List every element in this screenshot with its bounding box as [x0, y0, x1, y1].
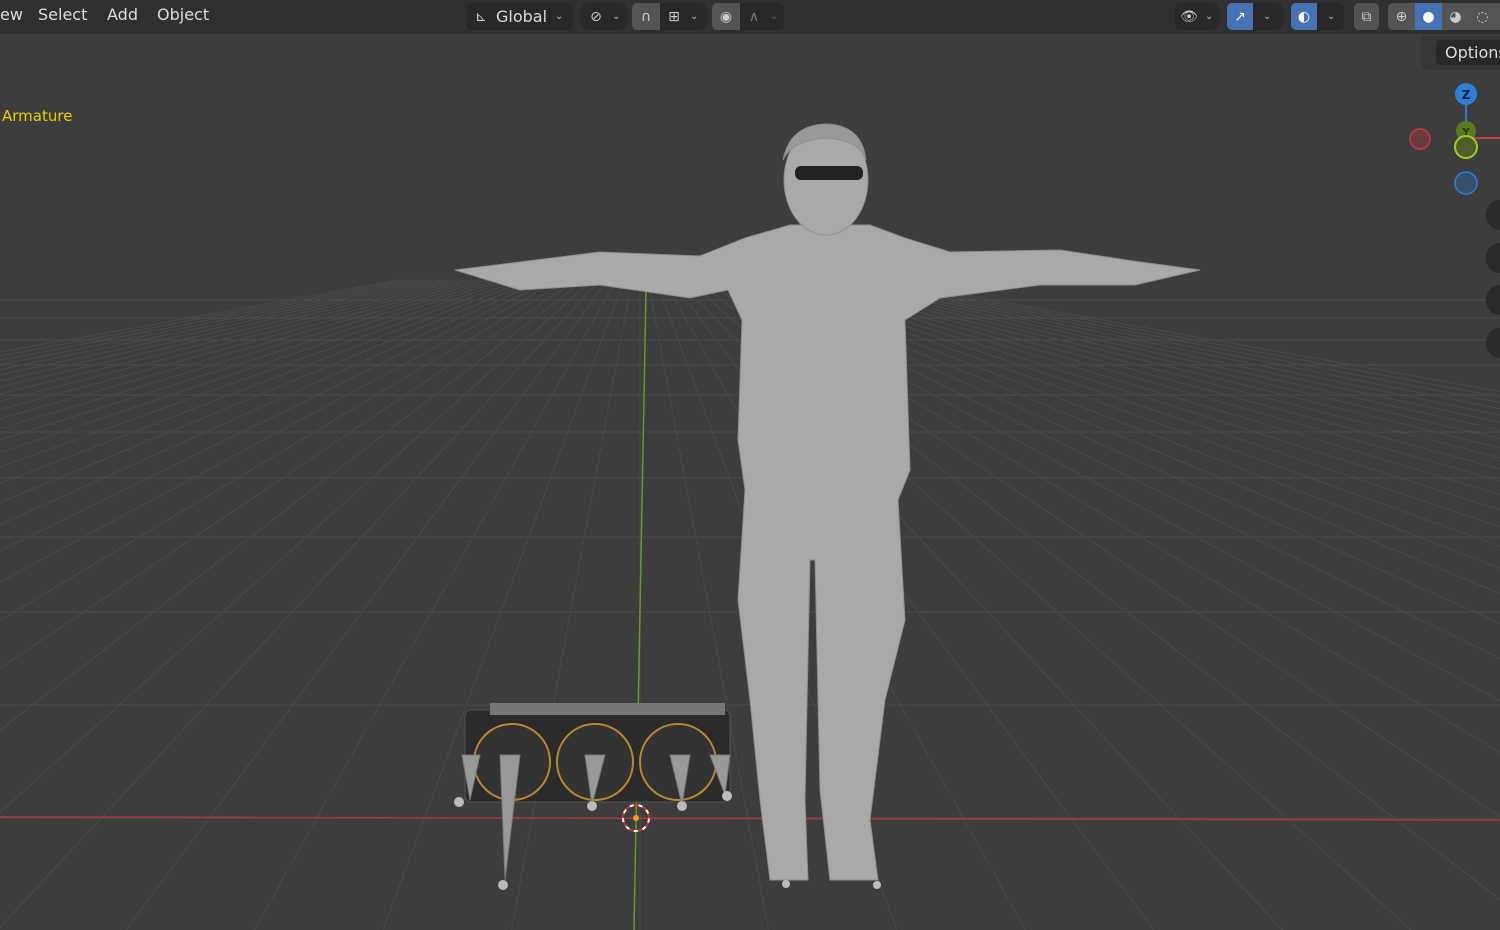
grid-line — [0, 279, 409, 357]
grid-line — [0, 279, 473, 402]
grid-line — [831, 279, 1500, 431]
shading-mode-group[interactable]: ⊕ ● ◕ ◌ — [1388, 3, 1500, 30]
grid-line — [0, 279, 401, 353]
grid-line — [0, 279, 425, 366]
rendered-shading-icon[interactable]: ◌ — [1469, 3, 1496, 30]
grid-line — [0, 279, 465, 395]
grid-line — [0, 279, 577, 670]
menu-add[interactable]: Add — [107, 5, 138, 24]
options-panel: Options — [1422, 36, 1500, 70]
transform-orientation-dropdown[interactable]: ⊾ Global ⌄ — [466, 3, 573, 30]
grid-line — [839, 279, 1500, 423]
pivot-point-dropdown[interactable]: ⊘ ⌄ — [582, 3, 626, 30]
grid-line — [0, 279, 529, 484]
proportional-edit-icon[interactable]: ◉ — [712, 3, 740, 30]
grid-line — [863, 279, 1500, 404]
orientation-value: Global — [496, 7, 548, 26]
grid-line — [511, 279, 633, 930]
gizmo-y-label: Y — [1461, 127, 1470, 138]
grid-line — [847, 279, 1500, 416]
wireframe-shading-icon[interactable]: ⊕ — [1388, 3, 1415, 30]
overlays-toggle[interactable]: ◐ ⌄ — [1291, 3, 1344, 30]
chevron-down-icon: ⌄ — [612, 11, 621, 22]
grid-line — [254, 279, 617, 930]
selectability-visibility-dropdown[interactable]: 👁 ⌄ — [1175, 3, 1218, 30]
gizmo-arrow-icon[interactable]: ↗ — [1227, 3, 1253, 30]
grid-line — [0, 279, 505, 441]
gizmo-toggle[interactable]: ↗ ⌄ — [1227, 3, 1282, 30]
chevron-down-icon[interactable]: ⌄ — [1327, 11, 1335, 22]
chevron-down-icon: ⌄ — [555, 11, 564, 22]
xray-icon: ⧉ — [1361, 8, 1372, 25]
snap-toggle-magnet-icon[interactable]: ∩ — [632, 3, 660, 30]
chevron-down-icon: ⌄ — [770, 11, 779, 22]
active-object-label: Armature — [2, 107, 73, 125]
xray-toggle[interactable]: ⧉ — [1354, 3, 1379, 30]
3d-viewport[interactable]: Z Y — [0, 0, 1500, 930]
gpu-model — [454, 703, 881, 890]
grid-line — [0, 279, 521, 468]
pivot-link-icon: ⊘ — [590, 8, 602, 25]
falloff-curve-icon[interactable]: ∧ — [740, 3, 768, 30]
menu-view[interactable]: ew — [0, 5, 23, 24]
eye-cursor-icon: 👁 — [1180, 8, 1198, 25]
grid-line — [0, 279, 537, 503]
chevron-down-icon: ⌄ — [690, 11, 699, 22]
grid-line — [879, 279, 1500, 392]
orientation-axes-icon: ⊾ — [475, 8, 487, 25]
viewport-header: ew Select Add Object ⊾ Global ⌄ ⊘ ⌄ ∩ ⊞ ⌄ … — [0, 0, 1500, 34]
gizmo-z-label: Z — [1462, 88, 1471, 102]
options-button[interactable]: Options — [1436, 40, 1500, 65]
material-preview-icon[interactable]: ◕ — [1442, 3, 1469, 30]
menu-select[interactable]: Select — [38, 5, 87, 24]
chevron-down-icon: ⌄ — [1205, 11, 1214, 22]
navigation-gizmo[interactable]: Z Y — [1409, 83, 1500, 195]
grid-line — [0, 279, 489, 420]
proportional-editing-group[interactable]: ◉ ∧ ⌄ — [712, 3, 784, 30]
chevron-down-icon[interactable]: ⌄ — [1263, 11, 1271, 22]
grid-line — [0, 279, 561, 583]
menu-object[interactable]: Object — [157, 5, 209, 24]
grid-line — [0, 279, 545, 526]
grid-line — [0, 279, 481, 410]
snapping-group[interactable]: ∩ ⊞ ⌄ — [632, 3, 706, 30]
grid-line — [0, 279, 569, 622]
overlays-icon[interactable]: ◐ — [1291, 3, 1317, 30]
solid-shading-icon[interactable]: ● — [1415, 3, 1442, 30]
snap-increment-icon[interactable]: ⊞ — [660, 3, 688, 30]
